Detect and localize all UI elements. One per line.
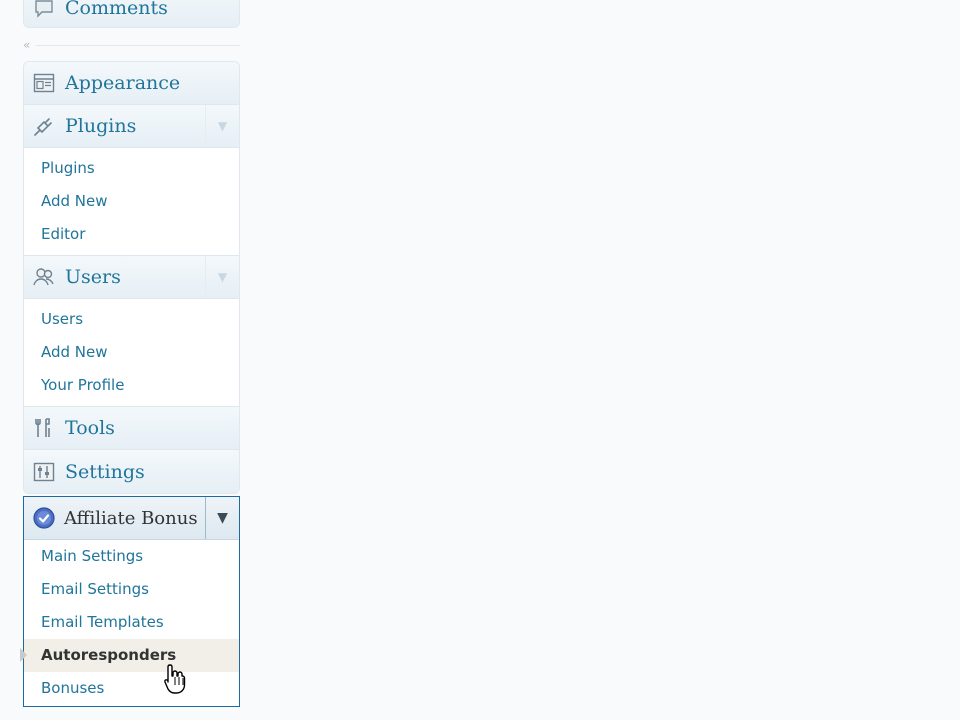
menu-group-main: Appearance Plugins ▼ Plugins Add New Edi… bbox=[23, 61, 240, 494]
submenu-plugins[interactable]: Plugins bbox=[24, 152, 239, 185]
affiliate-bonus-submenu: Main Settings Email Settings Email Templ… bbox=[20, 540, 239, 705]
menu-item-users-label: Users bbox=[65, 266, 121, 288]
collapse-divider bbox=[36, 44, 240, 46]
menu-item-settings[interactable]: Settings bbox=[24, 450, 239, 493]
affiliate-bonus-toggle-arrow-icon[interactable]: ▼ bbox=[205, 497, 239, 539]
users-toggle-arrow-icon[interactable]: ▼ bbox=[205, 256, 239, 298]
plugins-icon bbox=[32, 114, 56, 138]
appearance-icon bbox=[32, 71, 56, 95]
plugins-toggle-arrow-icon[interactable]: ▼ bbox=[205, 105, 239, 147]
menu-item-appearance-label: Appearance bbox=[65, 72, 181, 94]
submenu-users[interactable]: Users bbox=[24, 303, 239, 336]
menu-item-comments[interactable]: Comments bbox=[24, 0, 239, 27]
submenu-autoresponders-label: Autoresponders bbox=[41, 646, 177, 664]
menu-item-affiliate-bonus[interactable]: Affiliate Bonus ▼ bbox=[24, 497, 239, 540]
menu-item-users[interactable]: Users ▼ bbox=[24, 256, 239, 299]
submenu-your-profile[interactable]: Your Profile bbox=[24, 369, 239, 402]
submenu-plugins-add-new[interactable]: Add New bbox=[24, 185, 239, 218]
menu-group-comments: Comments bbox=[23, 0, 240, 28]
current-page-marker-icon bbox=[20, 648, 27, 662]
submenu-bonuses[interactable]: Bonuses bbox=[24, 672, 239, 705]
submenu-users-add-new[interactable]: Add New bbox=[24, 336, 239, 369]
menu-item-tools-label: Tools bbox=[65, 417, 115, 439]
users-icon bbox=[32, 265, 56, 289]
submenu-email-templates[interactable]: Email Templates bbox=[24, 606, 239, 639]
users-submenu: Users Add New Your Profile bbox=[24, 299, 239, 407]
menu-item-plugins-label: Plugins bbox=[65, 115, 137, 137]
comments-icon bbox=[32, 0, 56, 20]
menu-group-affiliate-bonus: Affiliate Bonus ▼ Main Settings Email Se… bbox=[20, 496, 240, 707]
menu-item-plugins[interactable]: Plugins ▼ bbox=[24, 105, 239, 148]
check-badge-icon bbox=[32, 506, 56, 530]
submenu-plugins-editor[interactable]: Editor bbox=[24, 218, 239, 251]
menu-item-tools[interactable]: Tools bbox=[24, 407, 239, 450]
collapse-arrow-icon[interactable]: « bbox=[23, 38, 30, 52]
menu-item-settings-label: Settings bbox=[65, 460, 145, 483]
menu-item-affiliate-bonus-label: Affiliate Bonus bbox=[64, 507, 198, 529]
hand-pointer-cursor-icon bbox=[164, 664, 186, 694]
collapse-menu-bar[interactable]: « bbox=[23, 38, 240, 52]
submenu-autoresponders[interactable]: Autoresponders bbox=[20, 639, 239, 672]
settings-icon bbox=[32, 460, 56, 484]
submenu-main-settings[interactable]: Main Settings bbox=[24, 540, 239, 573]
submenu-email-settings[interactable]: Email Settings bbox=[24, 573, 239, 606]
tools-icon bbox=[32, 416, 56, 440]
plugins-submenu: Plugins Add New Editor bbox=[24, 148, 239, 256]
menu-item-comments-label: Comments bbox=[65, 0, 168, 19]
menu-item-appearance[interactable]: Appearance bbox=[24, 62, 239, 105]
